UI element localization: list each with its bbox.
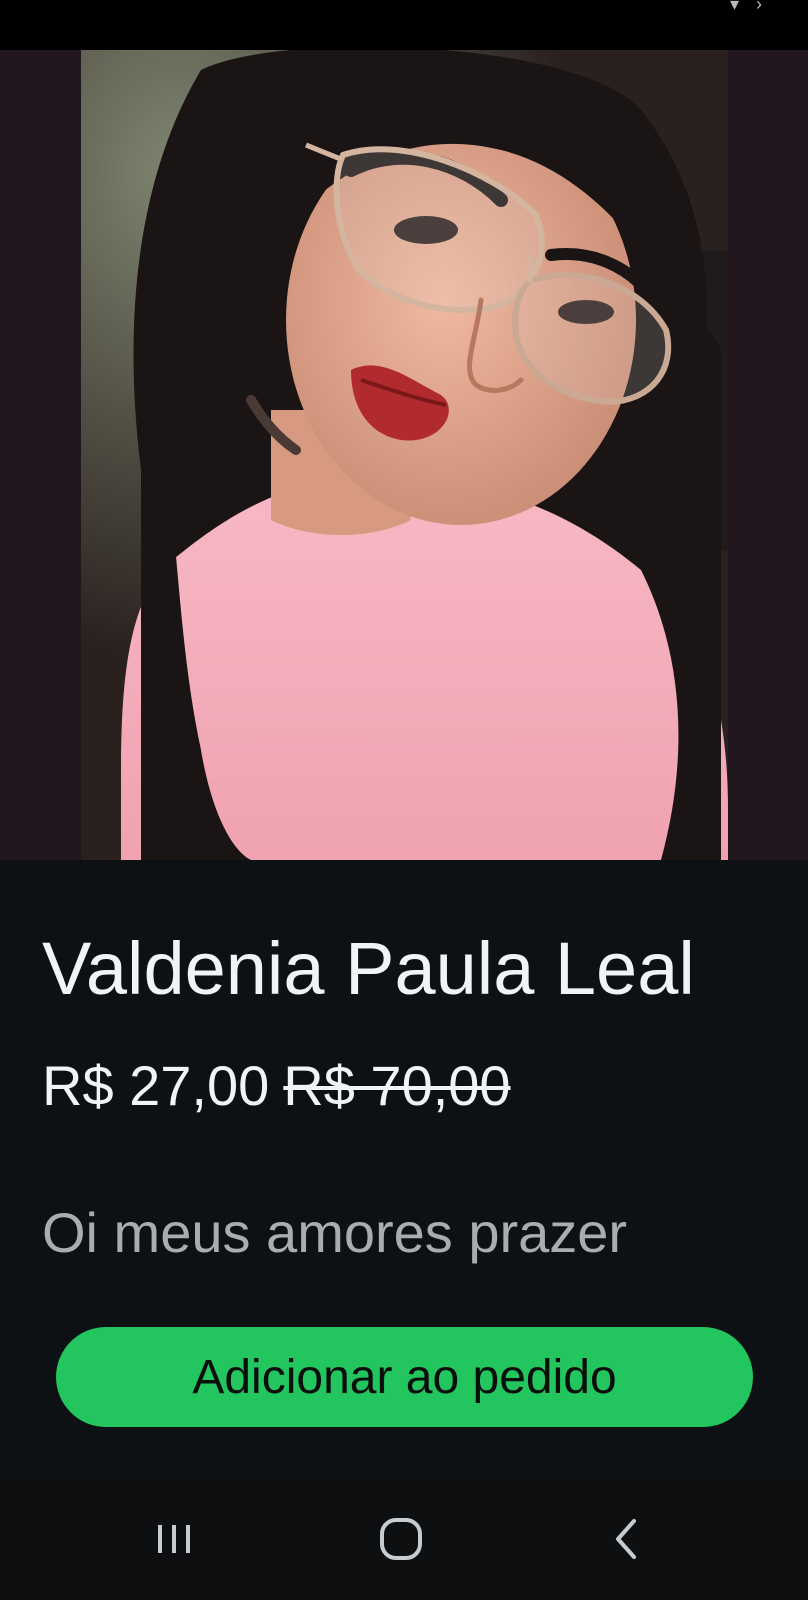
- back-button[interactable]: [568, 1478, 688, 1600]
- product-description: Oi meus amores prazer: [42, 1201, 628, 1264]
- add-to-order-button[interactable]: Adicionar ao pedido: [56, 1327, 753, 1427]
- system-navigation-bar: [0, 1478, 808, 1600]
- status-bar: ▾ ›: [0, 0, 808, 50]
- status-icons: ▾ ›: [729, 0, 768, 14]
- home-button[interactable]: [341, 1478, 461, 1600]
- product-details: Valdenia Paula Leal R$ 27,00 R$ 70,00 Oi …: [0, 860, 808, 1478]
- price-row: R$ 27,00 R$ 70,00: [42, 1058, 511, 1114]
- original-price: R$ 70,00: [283, 1054, 511, 1117]
- home-icon: [380, 1518, 422, 1560]
- recent-apps-button[interactable]: [114, 1478, 234, 1600]
- current-price: R$ 27,00: [42, 1054, 270, 1117]
- product-photo: [81, 50, 728, 860]
- back-icon: [616, 1519, 636, 1559]
- app-screen: ▾ › Valdenia Paula Leal R$ 27,00 R$ 70,0…: [0, 0, 808, 1600]
- product-name: Valdenia Paula Leal: [42, 927, 695, 1010]
- recent-apps-icon: [158, 1525, 190, 1553]
